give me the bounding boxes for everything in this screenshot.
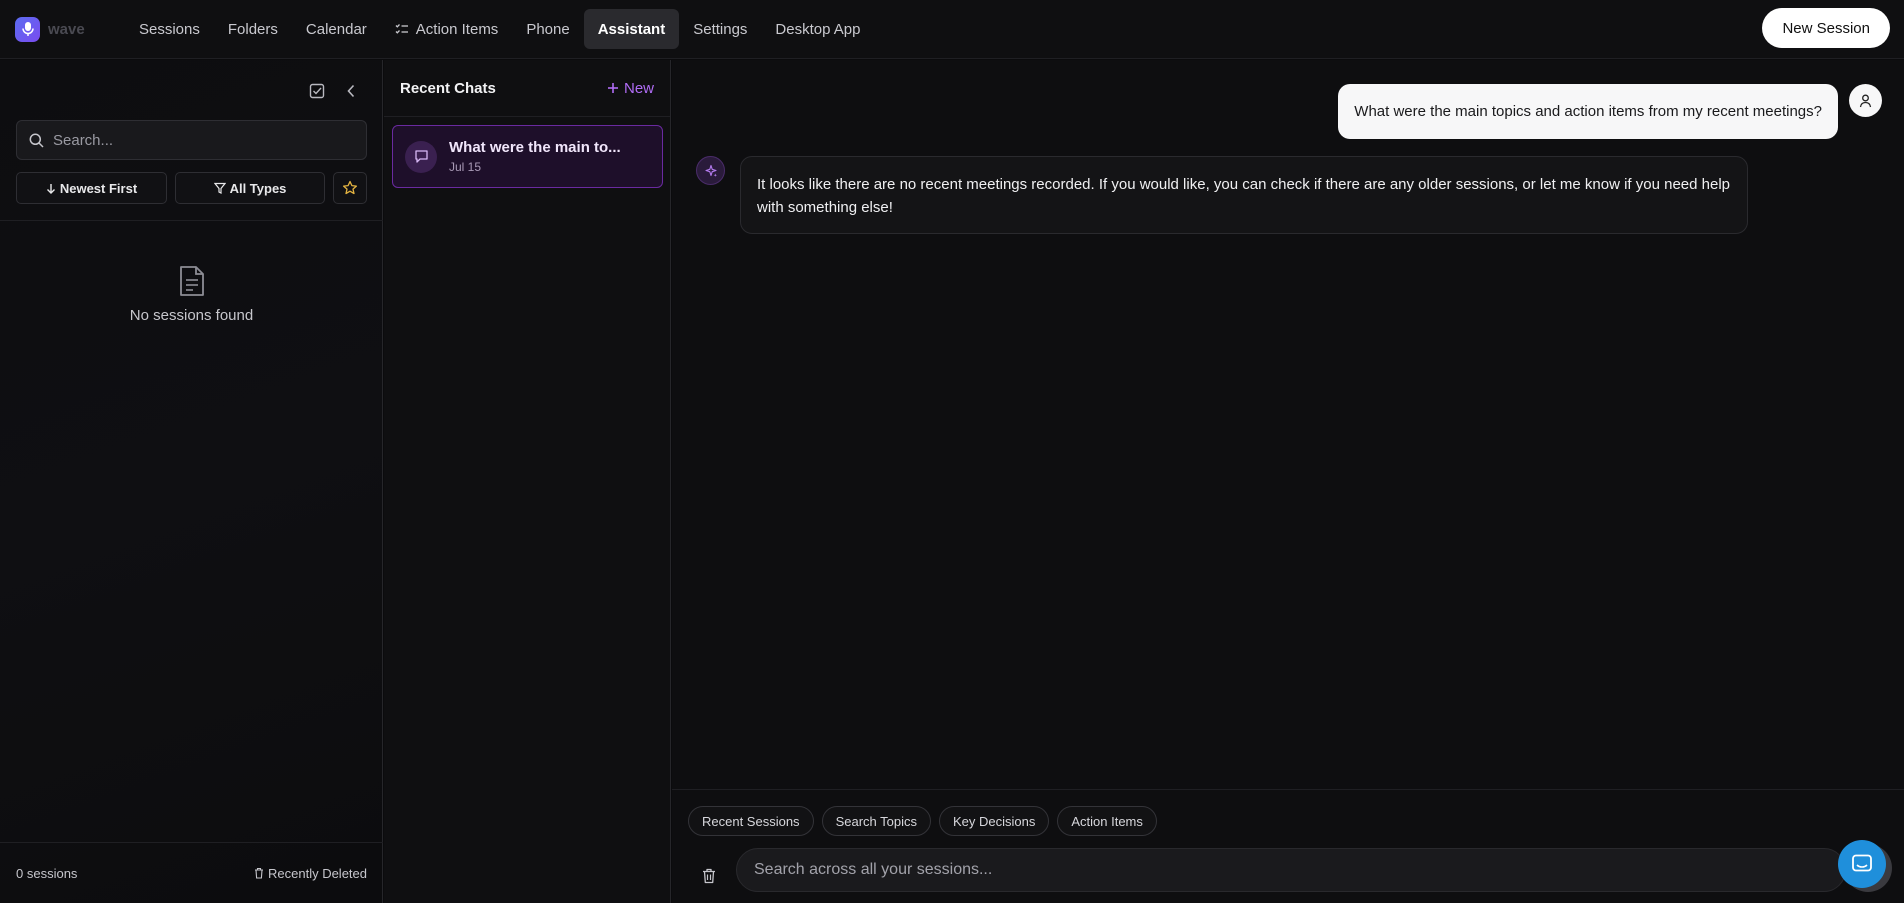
nav-label: Phone	[526, 20, 570, 38]
favorites-filter-button[interactable]	[333, 172, 367, 204]
microphone-logo-icon	[15, 16, 40, 42]
nav-label: Sessions	[139, 20, 200, 38]
nav-label: Folders	[227, 20, 278, 38]
filter-row: Newest First All Types	[16, 172, 367, 204]
sidebar-tools	[308, 82, 360, 100]
nav-label: Calendar	[305, 20, 367, 38]
assistant-search-field[interactable]	[736, 848, 1846, 892]
nav-folders[interactable]: Folders	[214, 9, 292, 49]
nav-label: Action Items	[415, 20, 499, 38]
chat-bubble-icon	[405, 140, 437, 173]
chat-title: What were the main to...	[449, 139, 621, 156]
filter-funnel-icon	[213, 182, 226, 194]
trash-icon	[254, 867, 264, 879]
sessions-footer: 0 sessions Recently Deleted	[0, 842, 383, 903]
chip-key-decisions[interactable]: Key Decisions	[938, 806, 1050, 836]
document-icon	[178, 265, 206, 297]
empty-state-label: No sessions found	[129, 307, 254, 324]
nav-label: Settings	[693, 20, 748, 38]
app-name: wave	[48, 20, 85, 38]
type-filter-button[interactable]: All Types	[175, 172, 325, 204]
assistant-conversation: What were the main topics and action ite…	[672, 60, 1904, 903]
search-icon	[29, 133, 44, 148]
nav-settings[interactable]: Settings	[679, 9, 761, 49]
plus-icon	[607, 82, 619, 94]
nav-label: Desktop App	[775, 20, 861, 38]
select-checkbox-icon[interactable]	[308, 82, 326, 100]
recent-chats-title: Recent Chats	[400, 79, 496, 97]
chat-item-text: What were the main to... Jul 15	[449, 139, 621, 174]
nav-action-items[interactable]: Action Items	[381, 9, 513, 49]
help-chat-icon[interactable]	[1838, 840, 1886, 888]
user-message-bubble: What were the main topics and action ite…	[1338, 84, 1838, 139]
top-navigation-bar: wave Sessions Folders Calendar Action It…	[0, 0, 1904, 59]
user-avatar-icon	[1849, 84, 1882, 117]
new-session-button[interactable]: New Session	[1762, 8, 1890, 48]
nav-assistant[interactable]: Assistant	[583, 9, 680, 49]
nav-desktop-app[interactable]: Desktop App	[761, 9, 874, 49]
divider	[0, 220, 383, 221]
chip-search-topics[interactable]: Search Topics	[821, 806, 931, 836]
sort-button[interactable]: Newest First	[16, 172, 167, 204]
type-filter-label: All Types	[229, 180, 287, 196]
app-logo[interactable]: wave	[15, 16, 105, 42]
star-icon	[342, 180, 358, 196]
collapse-chevron-left-icon[interactable]	[342, 82, 360, 100]
chip-recent-sessions[interactable]: Recent Sessions	[688, 806, 814, 836]
composer-area: Recent Sessions Search Topics Key Decisi…	[672, 789, 1904, 903]
session-search-input[interactable]	[53, 131, 353, 149]
sessions-empty-state: No sessions found	[0, 265, 383, 324]
nav-phone[interactable]: Phone	[512, 9, 583, 49]
nav-label: Assistant	[597, 20, 666, 38]
clear-chat-trash-icon[interactable]	[700, 867, 718, 885]
nav-calendar[interactable]: Calendar	[292, 9, 381, 49]
arrow-down-icon	[46, 183, 56, 194]
session-count: 0 sessions	[16, 865, 78, 881]
assistant-message-bubble: It looks like there are no recent meetin…	[740, 156, 1748, 234]
recently-deleted-link[interactable]: Recently Deleted	[254, 866, 367, 881]
list-check-icon	[395, 23, 409, 35]
assistant-sparkle-icon	[696, 156, 725, 185]
chat-list-item[interactable]: What were the main to... Jul 15	[392, 125, 663, 188]
new-chat-label: New	[623, 79, 654, 97]
suggestion-chips: Recent Sessions Search Topics Key Decisi…	[688, 806, 1157, 836]
chip-action-items[interactable]: Action Items	[1057, 806, 1157, 836]
recent-chats-header: Recent Chats New	[384, 60, 670, 117]
session-search-field[interactable]	[16, 120, 367, 160]
assistant-message-text: It looks like there are no recent meetin…	[757, 176, 1731, 216]
sort-label: Newest First	[59, 180, 138, 196]
main-nav: Sessions Folders Calendar Action Items P…	[125, 9, 874, 49]
assistant-search-input[interactable]	[754, 861, 1804, 879]
recently-deleted-label: Recently Deleted	[268, 865, 367, 881]
chat-date: Jul 15	[449, 160, 482, 174]
nav-sessions[interactable]: Sessions	[125, 9, 214, 49]
sessions-sidebar: Newest First All Types No sessions found…	[0, 60, 383, 903]
new-chat-button[interactable]: New	[607, 80, 654, 97]
recent-chats-panel: Recent Chats New What were the main to..…	[384, 60, 671, 903]
user-message-text: What were the main topics and action ite…	[1354, 103, 1822, 120]
